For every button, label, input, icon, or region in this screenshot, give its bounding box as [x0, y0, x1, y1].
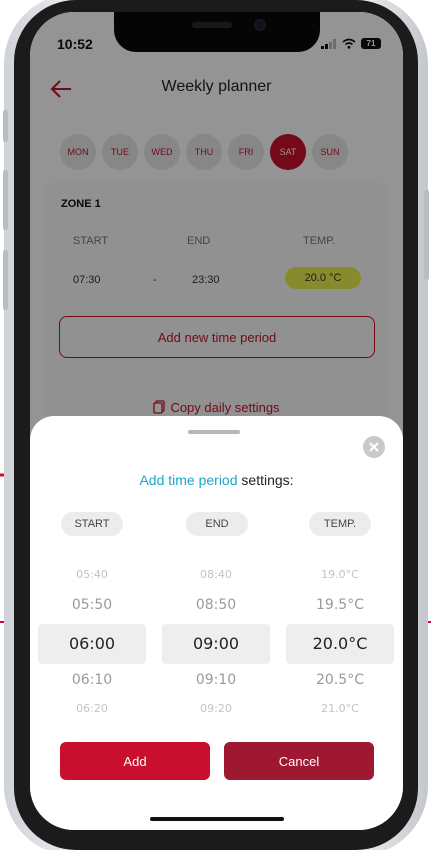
phone-side-button [3, 170, 8, 230]
sheet-title-highlight: Add time period [139, 472, 238, 488]
temp-column-chip: TEMP. [309, 512, 371, 536]
home-indicator[interactable] [150, 817, 284, 821]
phone-side-button [3, 250, 8, 310]
picker-item[interactable]: 21.0°C [286, 702, 394, 715]
phone-side-button [3, 110, 8, 142]
weekly-planner-screen: 10:52 71 Weekly planner MON TUE WED THU … [30, 12, 403, 830]
picker-item[interactable]: 08:50 [162, 597, 270, 613]
picker-item[interactable]: 09:20 [162, 702, 270, 715]
sheet-title-rest: settings: [237, 472, 294, 488]
picker-item-selected[interactable]: 20.0°C [286, 624, 394, 664]
picker-item[interactable]: 19.5°C [286, 597, 394, 613]
start-time-picker[interactable]: 05:40 05:50 06:00 06:10 06:20 [38, 554, 146, 715]
start-column-chip: START [61, 512, 123, 536]
temperature-picker[interactable]: 19.0°C 19.5°C 20.0°C 20.5°C 21.0°C [286, 554, 394, 715]
end-time-picker[interactable]: 08:40 08:50 09:00 09:10 09:20 [162, 554, 270, 715]
picker-item-selected[interactable]: 06:00 [38, 624, 146, 664]
picker-item-selected[interactable]: 09:00 [162, 624, 270, 664]
sheet-title: Add time period settings: [30, 472, 403, 488]
picker-item[interactable]: 20.5°C [286, 672, 394, 688]
picker-item[interactable]: 05:50 [38, 597, 146, 613]
picker-item[interactable]: 19.0°C [286, 568, 394, 581]
cancel-button[interactable]: Cancel [224, 742, 374, 780]
end-column-chip: END [186, 512, 248, 536]
picker-item[interactable]: 09:10 [162, 672, 270, 688]
close-icon [369, 442, 379, 452]
picker-item[interactable]: 08:40 [162, 568, 270, 581]
picker-item[interactable]: 06:20 [38, 702, 146, 715]
add-button[interactable]: Add [60, 742, 210, 780]
add-time-period-sheet: Add time period settings: START END TEMP… [30, 416, 403, 830]
close-button[interactable] [363, 436, 385, 458]
picker-item[interactable]: 05:40 [38, 568, 146, 581]
picker-item[interactable]: 06:10 [38, 672, 146, 688]
drag-handle[interactable] [188, 430, 240, 434]
phone-side-button [424, 190, 429, 280]
phone-screen: 10:52 71 Weekly planner MON TUE WED THU … [30, 12, 403, 830]
